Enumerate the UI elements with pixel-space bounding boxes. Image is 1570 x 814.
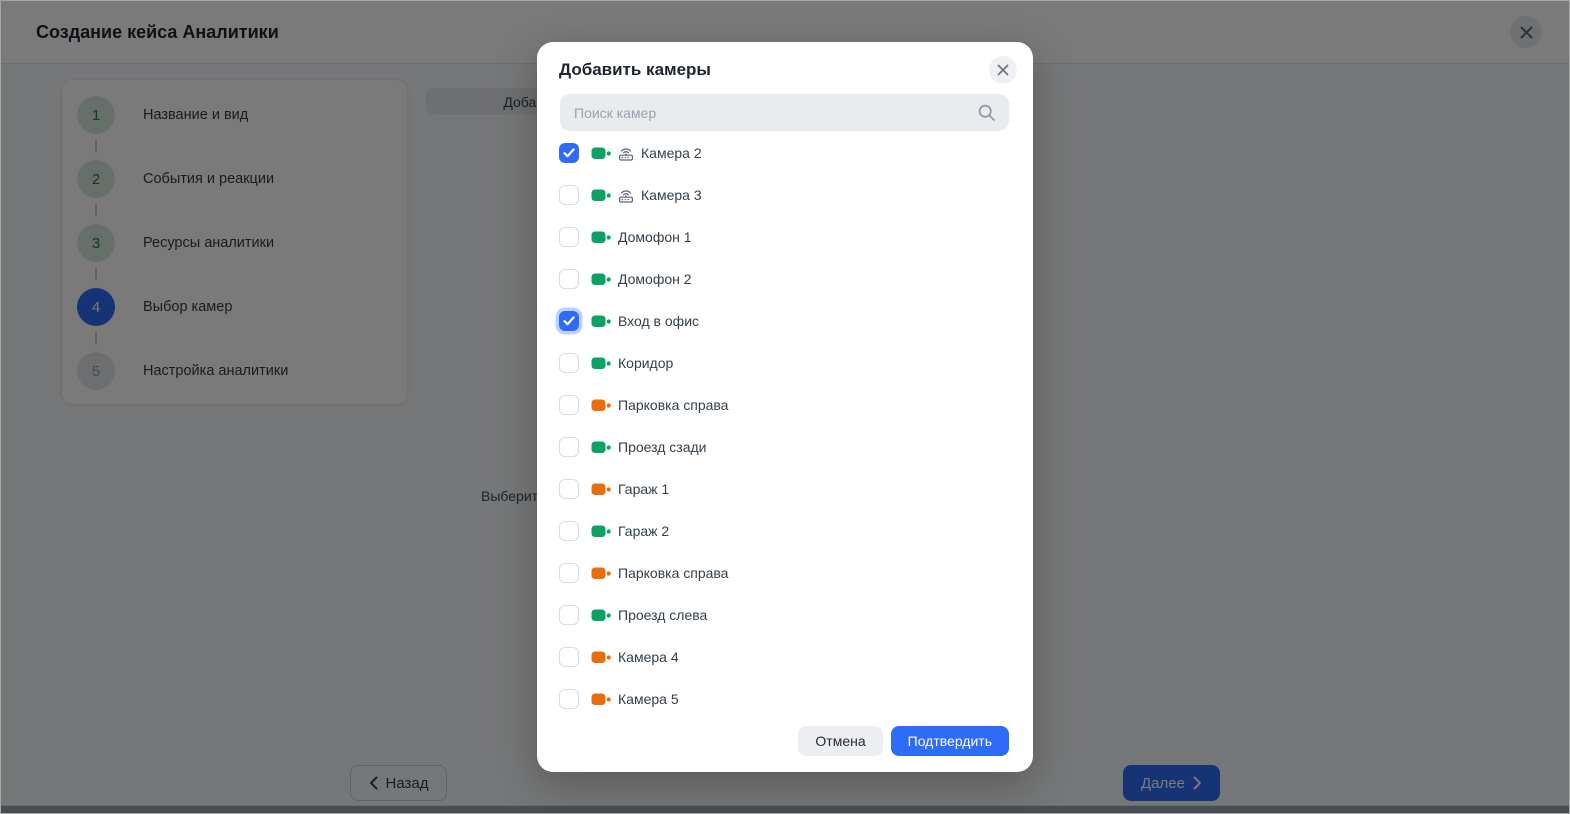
video-camera-icon <box>591 356 612 371</box>
camera-name: Домофон 1 <box>618 229 692 245</box>
camera-icon <box>591 146 612 161</box>
camera-name: Домофон 2 <box>618 271 692 287</box>
camera-checkbox[interactable] <box>559 185 579 205</box>
camera-checkbox[interactable] <box>559 437 579 457</box>
camera-name: Проезд слева <box>618 607 707 623</box>
camera-icon <box>591 482 612 497</box>
app-window: Создание кейса Аналитики 1Название и вид… <box>0 0 1570 814</box>
camera-checkbox[interactable] <box>559 311 579 331</box>
camera-checkbox[interactable] <box>559 521 579 541</box>
bridge-wifi-icon <box>617 144 635 162</box>
camera-icon <box>591 650 612 665</box>
add-cameras-modal: Добавить камеры Камера 2 Камера 3 Домофон … <box>537 42 1033 772</box>
modal-close-button[interactable] <box>989 56 1017 84</box>
video-camera-icon <box>591 608 612 623</box>
camera-list: Камера 2 Камера 3 Домофон 1 Домофон 2 Вход в… <box>537 132 1033 720</box>
camera-name: Коридор <box>618 355 673 371</box>
camera-name: Камера 2 <box>641 145 702 161</box>
camera-list-item[interactable]: Проезд сзади <box>537 426 1033 468</box>
camera-list-item[interactable]: Камера 2 <box>537 132 1033 174</box>
camera-list-item[interactable]: Гараж 2 <box>537 510 1033 552</box>
camera-name: Проезд сзади <box>618 439 706 455</box>
camera-list-item[interactable]: Камера 3 <box>537 174 1033 216</box>
camera-checkbox[interactable] <box>559 647 579 667</box>
camera-name: Камера 5 <box>618 691 679 707</box>
camera-icon <box>591 356 612 371</box>
camera-icon <box>591 692 612 707</box>
camera-name: Парковка справа <box>618 397 728 413</box>
video-camera-icon <box>591 398 612 413</box>
camera-icon <box>591 566 612 581</box>
camera-list-item[interactable]: Домофон 2 <box>537 258 1033 300</box>
video-camera-icon <box>591 692 612 707</box>
camera-checkbox[interactable] <box>559 479 579 499</box>
modal-footer: Отмена Подтвердить <box>798 726 1009 756</box>
bridge-wifi-icon <box>617 186 635 204</box>
video-camera-icon <box>591 272 612 287</box>
modal-title: Добавить камеры <box>559 60 711 80</box>
close-icon <box>997 64 1009 76</box>
camera-icon <box>591 524 612 539</box>
camera-icon <box>591 314 612 329</box>
bridge-icon <box>617 144 635 162</box>
camera-icon <box>591 608 612 623</box>
video-camera-icon <box>591 524 612 539</box>
camera-icon <box>591 230 612 245</box>
video-camera-icon <box>591 188 612 203</box>
camera-list-item[interactable]: Парковка справа <box>537 384 1033 426</box>
camera-name: Гараж 1 <box>618 481 669 497</box>
camera-list-item[interactable]: Коридор <box>537 342 1033 384</box>
camera-icon <box>591 188 612 203</box>
camera-name: Камера 3 <box>641 187 702 203</box>
camera-icon <box>591 272 612 287</box>
camera-icon <box>591 398 612 413</box>
camera-name: Гараж 2 <box>618 523 669 539</box>
camera-checkbox[interactable] <box>559 395 579 415</box>
camera-list-item[interactable]: Камера 4 <box>537 636 1033 678</box>
camera-search <box>560 94 1009 131</box>
camera-checkbox[interactable] <box>559 227 579 247</box>
camera-list-item[interactable]: Гараж 1 <box>537 468 1033 510</box>
video-camera-icon <box>591 230 612 245</box>
camera-checkbox[interactable] <box>559 269 579 289</box>
camera-list-item[interactable]: Камера 5 <box>537 678 1033 720</box>
camera-list-item[interactable]: Вход в офис <box>537 300 1033 342</box>
check-icon <box>563 148 575 158</box>
camera-icon <box>591 440 612 455</box>
confirm-button[interactable]: Подтвердить <box>891 726 1009 756</box>
video-camera-icon <box>591 566 612 581</box>
camera-list-item[interactable]: Домофон 1 <box>537 216 1033 258</box>
camera-name: Парковка справа <box>618 565 728 581</box>
camera-checkbox[interactable] <box>559 353 579 373</box>
camera-search-input[interactable] <box>560 94 1009 131</box>
camera-checkbox[interactable] <box>559 563 579 583</box>
video-camera-icon <box>591 146 612 161</box>
video-camera-icon <box>591 440 612 455</box>
video-camera-icon <box>591 482 612 497</box>
camera-checkbox[interactable] <box>559 143 579 163</box>
video-camera-icon <box>591 314 612 329</box>
camera-name: Вход в офис <box>618 313 699 329</box>
cancel-button[interactable]: Отмена <box>798 726 882 756</box>
camera-checkbox[interactable] <box>559 605 579 625</box>
camera-name: Камера 4 <box>618 649 679 665</box>
camera-list-item[interactable]: Проезд слева <box>537 594 1033 636</box>
camera-list-item[interactable]: Парковка справа <box>537 552 1033 594</box>
camera-checkbox[interactable] <box>559 689 579 709</box>
bridge-icon <box>617 186 635 204</box>
video-camera-icon <box>591 650 612 665</box>
check-icon <box>563 316 575 326</box>
